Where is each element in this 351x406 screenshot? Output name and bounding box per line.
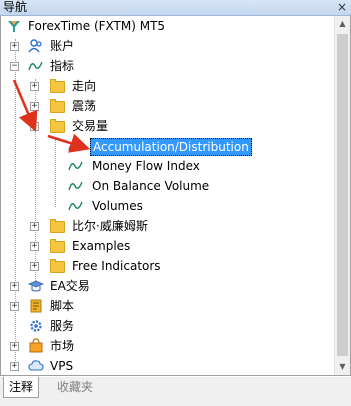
script-icon — [30, 299, 42, 313]
accounts-label: 账户 — [50, 39, 75, 53]
tab-favorites[interactable]: 收藏夹 — [52, 377, 98, 397]
folder-icon — [50, 239, 65, 253]
tree-item-indicators[interactable]: − 指标 — [4, 56, 304, 76]
tree-item-oscillators[interactable]: + 震荡 — [4, 96, 304, 116]
folder-icon — [50, 99, 65, 113]
tree-item-expert-advisors[interactable]: + EA交易 — [4, 276, 304, 296]
services-label: 服务 — [50, 319, 75, 333]
indicator-label: Volumes — [92, 199, 143, 213]
scripts-label: 脚本 — [50, 299, 75, 313]
scroll-down-icon[interactable]: ▼ — [335, 359, 350, 375]
window-title: 导航 — [3, 0, 28, 14]
trend-label: 走向 — [72, 79, 97, 93]
expand-toggle[interactable]: + — [10, 362, 19, 371]
tree-item-examples[interactable]: + Examples — [4, 236, 304, 256]
indicator-icon — [68, 141, 83, 151]
oscillators-label: 震荡 — [72, 99, 97, 113]
expand-toggle[interactable]: + — [30, 82, 39, 91]
indicator-icon — [68, 201, 83, 211]
selected-indicator-label: Accumulation/Distribution — [90, 138, 252, 156]
indicators-label: 指标 — [50, 59, 75, 73]
accounts-icon — [28, 39, 42, 53]
bottom-tabs: 注释 收藏夹 — [0, 377, 351, 406]
volumes-folder-label: 交易量 — [72, 119, 109, 133]
close-icon[interactable]: × — [336, 1, 348, 13]
expand-toggle[interactable]: + — [10, 302, 19, 311]
tree-item-trend[interactable]: + 走向 — [4, 76, 304, 96]
shopping-bag-icon — [29, 338, 43, 353]
folder-icon — [50, 79, 65, 93]
gear-icon — [30, 320, 42, 332]
market-label: 市场 — [50, 339, 75, 353]
tree-item-scripts[interactable]: + 脚本 — [4, 296, 304, 316]
indicator-label: On Balance Volume — [92, 179, 210, 193]
indicator-label: Money Flow Index — [92, 159, 200, 173]
graduation-cap-icon — [28, 280, 44, 292]
folder-icon — [50, 119, 65, 133]
tree-item-free-indicators[interactable]: + Free Indicators — [4, 256, 304, 276]
scroll-thumb[interactable] — [337, 34, 348, 356]
indicator-icon — [68, 181, 83, 191]
navigator-title-bar: 导航 × — [0, 0, 351, 16]
tab-common[interactable]: 注释 — [3, 377, 40, 398]
scroll-up-icon[interactable]: ▲ — [335, 16, 350, 32]
expand-toggle[interactable]: + — [30, 262, 39, 271]
fxtm-logo-icon — [8, 21, 20, 32]
collapse-toggle[interactable]: − — [30, 122, 39, 131]
tree-item-volumes[interactable]: Volumes — [4, 196, 304, 216]
indicator-icon — [28, 61, 43, 71]
folder-icon — [50, 259, 65, 273]
tree-item-money-flow-index[interactable]: Money Flow Index — [4, 156, 304, 176]
expand-toggle[interactable]: + — [10, 282, 19, 291]
vertical-scrollbar[interactable]: ▲ ▼ — [334, 16, 350, 375]
tree-item-accumulation-distribution[interactable]: Accumulation/Distribution — [4, 136, 304, 156]
folder-icon — [50, 219, 65, 233]
expert-advisors-label: EA交易 — [50, 279, 90, 293]
tree-item-bill-williams[interactable]: + 比尔·威廉姆斯 — [4, 216, 304, 236]
cloud-icon — [28, 360, 44, 371]
expand-toggle[interactable]: + — [10, 42, 19, 51]
free-indicators-label: Free Indicators — [72, 259, 161, 273]
expand-toggle[interactable]: + — [10, 342, 19, 351]
indicator-icon — [68, 161, 83, 171]
collapse-toggle[interactable]: − — [10, 62, 19, 71]
tree-item-volumes-folder[interactable]: − 交易量 — [4, 116, 304, 136]
tree-root[interactable]: ForexTime (FXTM) MT5 — [4, 16, 324, 36]
tree-item-on-balance-volume[interactable]: On Balance Volume — [4, 176, 304, 196]
examples-label: Examples — [72, 239, 131, 253]
vps-label: VPS — [50, 359, 74, 373]
expand-toggle[interactable]: + — [30, 242, 39, 251]
expand-toggle[interactable]: + — [30, 222, 39, 231]
bill-williams-label: 比尔·威廉姆斯 — [72, 219, 148, 233]
expand-toggle[interactable]: + — [30, 102, 39, 111]
tree-item-services[interactable]: 服务 — [4, 316, 304, 336]
tree-item-accounts[interactable]: + 账户 — [4, 36, 304, 56]
tree-item-market[interactable]: + 市场 — [4, 336, 304, 356]
root-label: ForexTime (FXTM) MT5 — [28, 19, 166, 33]
tree-item-vps[interactable]: + VPS — [4, 356, 304, 376]
